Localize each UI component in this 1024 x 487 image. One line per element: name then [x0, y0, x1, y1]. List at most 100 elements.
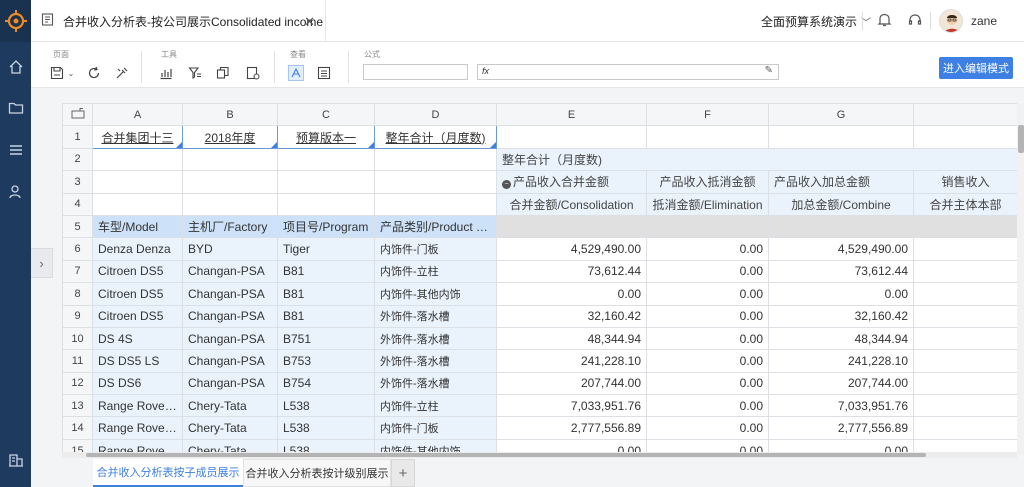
cell[interactable]: [277, 170, 375, 194]
column-header[interactable]: B: [182, 103, 278, 127]
cell-category[interactable]: 内饰件-门板: [374, 416, 497, 440]
cell[interactable]: [92, 170, 183, 194]
table-row[interactable]: 13 Range Rover... Chery-Tata L538 内饰件-立柱 7,03…: [62, 394, 1017, 418]
cell[interactable]: [277, 147, 375, 172]
row-number[interactable]: 1: [62, 125, 93, 149]
cell-combine[interactable]: 0.00: [768, 282, 914, 306]
column-header[interactable]: G: [768, 103, 914, 127]
expand-panel-chevron-icon[interactable]: ›: [31, 248, 53, 278]
cell-program[interactable]: L538: [277, 416, 375, 440]
cell-consolidation[interactable]: 0.00: [496, 282, 647, 306]
cell[interactable]: [182, 170, 278, 194]
enter-edit-mode-button[interactable]: 进入编辑模式: [939, 57, 1013, 79]
view-list-icon[interactable]: [316, 65, 332, 81]
cell-program[interactable]: Tiger: [277, 237, 375, 261]
cell[interactable]: [496, 214, 647, 239]
column-header[interactable]: [913, 103, 1017, 127]
cell-elimination[interactable]: 0.00: [646, 371, 769, 396]
cell-model[interactable]: DS DS6: [92, 371, 183, 396]
save-dropdown-icon[interactable]: ⌄: [66, 65, 76, 81]
cell[interactable]: [92, 192, 183, 216]
row-number[interactable]: 12: [62, 371, 93, 396]
cell-elimination[interactable]: 0.00: [646, 282, 769, 306]
collapse-icon[interactable]: −: [502, 180, 511, 190]
cell[interactable]: [913, 304, 1017, 328]
cell[interactable]: [646, 214, 769, 239]
cell-model[interactable]: Range Rover...: [92, 416, 183, 440]
cell-elimination[interactable]: 0.00: [646, 259, 769, 284]
cell-category[interactable]: 外饰件-落水槽: [374, 349, 497, 373]
cell[interactable]: [913, 394, 1017, 418]
row-number[interactable]: 3: [62, 170, 93, 194]
cell[interactable]: [913, 237, 1017, 261]
cell-model[interactable]: DS 4S: [92, 326, 183, 351]
table-row[interactable]: 8 Citroen DS5 Changan-PSA B81 内饰件-其他内饰 0.00 0.…: [62, 282, 1017, 306]
scrollbar-thumb[interactable]: [1018, 125, 1024, 153]
cell[interactable]: [913, 371, 1017, 396]
cell-factory[interactable]: Changan-PSA: [182, 304, 278, 328]
cell-factory[interactable]: Chery-Tata: [182, 416, 278, 440]
cell-factory[interactable]: BYD: [182, 237, 278, 261]
measure-header-consolidated[interactable]: − 产品收入合并金额: [496, 170, 647, 194]
row-number[interactable]: 6: [62, 237, 93, 261]
cell-combine[interactable]: 48,344.94: [768, 326, 914, 351]
cell[interactable]: [913, 282, 1017, 306]
refresh-icon[interactable]: [86, 65, 102, 81]
headset-icon[interactable]: [907, 12, 923, 31]
cell-program[interactable]: B753: [277, 349, 375, 373]
cell-combine[interactable]: 4,529,490.00: [768, 237, 914, 261]
cell-consolidation[interactable]: 241,228.10: [496, 349, 647, 373]
formula-field[interactable]: fx ✎: [477, 64, 779, 80]
sheet-tab-by-level[interactable]: 合并收入分析表按计级别展示: [243, 459, 391, 487]
cell[interactable]: [182, 192, 278, 216]
row-number[interactable]: 11: [62, 349, 93, 373]
row-number[interactable]: 8: [62, 282, 93, 306]
cell-combine[interactable]: 241,228.10: [768, 349, 914, 373]
cell-factory[interactable]: Changan-PSA: [182, 349, 278, 373]
cell-consolidation[interactable]: 73,612.44: [496, 259, 647, 284]
cell-program[interactable]: B754: [277, 371, 375, 396]
column-header[interactable]: D: [374, 103, 497, 127]
cell-combine[interactable]: 7,033,951.76: [768, 394, 914, 418]
cell-factory[interactable]: Changan-PSA: [182, 371, 278, 396]
cell-combine[interactable]: 32,160.42: [768, 304, 914, 328]
cell[interactable]: [646, 125, 769, 149]
sheet-tab-by-member[interactable]: 合并收入分析表按子成员展示: [93, 459, 243, 487]
cell-elimination[interactable]: 0.00: [646, 416, 769, 440]
cell-elimination[interactable]: 0.00: [646, 304, 769, 328]
cell-category[interactable]: 外饰件-落水槽: [374, 371, 497, 396]
cell-consolidation[interactable]: 207,744.00: [496, 371, 647, 396]
row-number[interactable]: 10: [62, 326, 93, 351]
period-selector[interactable]: 整年合计（月度数): [374, 125, 497, 149]
cell[interactable]: [92, 147, 183, 172]
row-number[interactable]: 2: [62, 147, 93, 172]
cell[interactable]: [913, 416, 1017, 440]
copy-icon[interactable]: [215, 65, 231, 81]
horizontal-scrollbar[interactable]: [62, 452, 1017, 458]
save-icon[interactable]: [49, 65, 65, 81]
row-number[interactable]: 13: [62, 394, 93, 418]
cell-address-field[interactable]: [363, 64, 468, 80]
table-row[interactable]: 7 Citroen DS5 Changan-PSA B81 内饰件-立柱 73,612.4…: [62, 259, 1017, 284]
table-row[interactable]: 12 DS DS6 Changan-PSA B754 外饰件-落水槽 207,744.00…: [62, 371, 1017, 396]
app-logo-icon[interactable]: [0, 0, 31, 42]
cell-category[interactable]: 内饰件-立柱: [374, 394, 497, 418]
filter-icon[interactable]: [187, 65, 203, 81]
cell[interactable]: [768, 125, 914, 149]
row-number[interactable]: 9: [62, 304, 93, 328]
version-selector[interactable]: 预算版本一: [277, 125, 375, 149]
close-tab-icon[interactable]: ✕: [304, 14, 315, 30]
home-icon[interactable]: [7, 58, 24, 75]
cell-factory[interactable]: Changan-PSA: [182, 326, 278, 351]
cell-elimination[interactable]: 0.00: [646, 237, 769, 261]
table-row[interactable]: 9 Citroen DS5 Changan-PSA B81 外饰件-落水槽 32,160.…: [62, 304, 1017, 328]
cell[interactable]: [374, 170, 497, 194]
row-number[interactable]: 7: [62, 259, 93, 284]
cell-elimination[interactable]: 0.00: [646, 349, 769, 373]
cell-category[interactable]: 外饰件-落水槽: [374, 304, 497, 328]
cell[interactable]: [182, 147, 278, 172]
entity-selector[interactable]: 合并集团十三: [92, 125, 183, 149]
year-selector[interactable]: 2018年度: [182, 125, 278, 149]
cell-program[interactable]: B751: [277, 326, 375, 351]
cell-category[interactable]: 外饰件-落水槽: [374, 326, 497, 351]
